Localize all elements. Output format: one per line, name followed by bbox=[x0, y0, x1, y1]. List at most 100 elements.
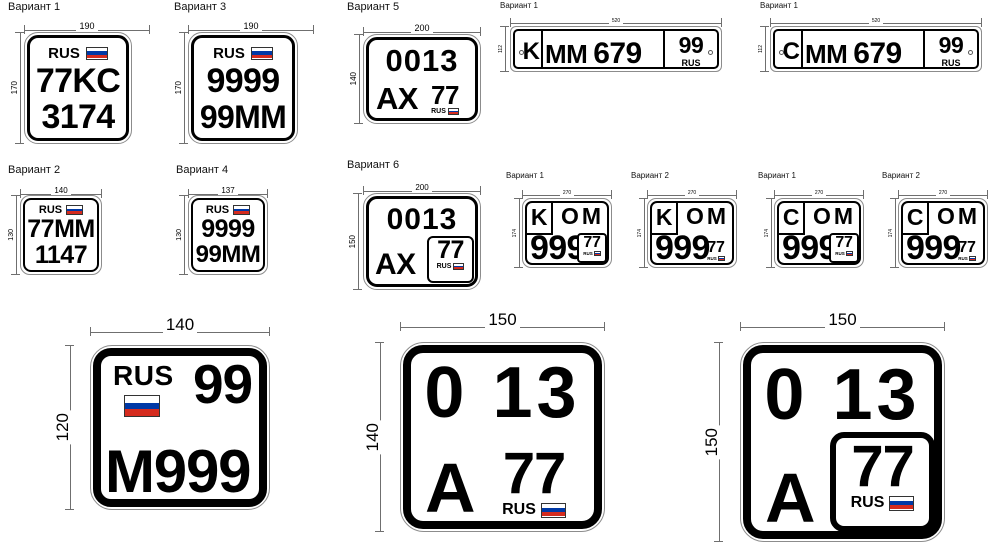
region-code: 77 bbox=[958, 239, 976, 256]
russian-flag-icon bbox=[66, 205, 84, 215]
region-code-box: 77 RUS bbox=[427, 236, 474, 283]
plate-digits: 679 bbox=[593, 37, 642, 70]
dimension-width: 270 bbox=[898, 186, 988, 199]
plate-letters: OM bbox=[561, 203, 605, 229]
plate-block-p11: Вариант 1 270 174 C OM 999 77 RUS bbox=[752, 172, 872, 297]
dimension-height: 150 bbox=[702, 342, 723, 542]
rus-text: RUS bbox=[850, 494, 885, 511]
dimension-height: 112 bbox=[496, 26, 509, 72]
license-plate[interactable]: C MM 679 99 RUS bbox=[770, 26, 982, 72]
rus-text: RUS bbox=[113, 360, 174, 391]
plate-line-1: 0013 bbox=[386, 203, 458, 236]
plate-line-2: 3174 bbox=[41, 98, 116, 136]
rus-text: RUS bbox=[958, 256, 968, 261]
plate-block-p13: 140 120 RUS 99 M999 bbox=[35, 305, 315, 551]
variant-label: Вариант 1 bbox=[500, 1, 538, 10]
plate-block-p4: Вариант 1 520 112 K MM 679 99 RUS bbox=[488, 2, 733, 97]
dimension-height: 174 bbox=[886, 198, 899, 268]
license-plate[interactable]: 0013 AX 77 RUS bbox=[363, 34, 481, 124]
dimension-height: 174 bbox=[635, 198, 648, 268]
region-code-group: 77 RUS bbox=[702, 240, 730, 261]
license-plate[interactable]: RUS 9999 99MM bbox=[188, 195, 268, 275]
dimension-width: 520 bbox=[510, 14, 722, 27]
license-plate[interactable]: 0 13 A 77 RUS bbox=[740, 342, 945, 542]
plate-letters: MM bbox=[545, 39, 588, 69]
region-code: 77 bbox=[502, 441, 566, 506]
plate-line-1: 77KC bbox=[35, 62, 121, 100]
plate-block-p14: 150 140 0 13 A 77 RUS bbox=[345, 300, 635, 551]
dimension-width: 190 bbox=[24, 18, 150, 34]
rus-text: RUS bbox=[835, 251, 845, 256]
license-plate[interactable]: RUS 99 M999 bbox=[90, 345, 270, 510]
variant-label: Вариант 4 bbox=[176, 164, 229, 176]
dimension-width: 200 bbox=[363, 20, 481, 36]
license-plate[interactable]: RUS 77MM 1147 bbox=[20, 195, 102, 275]
dimension-width: 150 bbox=[740, 310, 945, 331]
plate-block-p10: Вариант 2 270 174 K OM 999 77 RUS bbox=[625, 172, 745, 297]
license-plate[interactable]: RUS 77KC 3174 bbox=[24, 32, 132, 144]
rus-text: RUS bbox=[436, 263, 452, 270]
plate-line-2: 99MM bbox=[195, 241, 261, 268]
dimension-width: 140 bbox=[90, 315, 270, 336]
region-code: 99 bbox=[938, 32, 964, 58]
plate-line-1: 0 13 bbox=[764, 355, 921, 435]
license-plate[interactable]: C OM 999 77 RUS bbox=[898, 198, 988, 268]
plate-block-p1: Вариант 1 190 170 RUS 77KC 3174 bbox=[6, 2, 156, 152]
variant-label: Вариант 3 bbox=[174, 1, 227, 13]
license-plate[interactable]: 0 13 A 77 RUS bbox=[400, 342, 605, 532]
dimension-height: 120 bbox=[53, 345, 74, 510]
plate-line-1: 9999 bbox=[206, 62, 281, 100]
region-code-group: 77 RUS bbox=[420, 82, 470, 115]
rus-text: RUS bbox=[707, 256, 717, 261]
plate-block-p6: Вариант 2 140 130 RUS 77MM 1147 bbox=[6, 165, 131, 295]
rus-text: RUS bbox=[681, 58, 701, 68]
license-plate[interactable]: K OM 999 77 RUS bbox=[522, 198, 612, 268]
plate-letters: OM bbox=[686, 203, 730, 229]
variant-label: Вариант 2 bbox=[882, 171, 920, 180]
license-plate[interactable]: 0013 AX 77 RUS bbox=[363, 193, 481, 290]
dimension-width: 520 bbox=[770, 14, 982, 27]
rus-text: RUS bbox=[431, 108, 446, 115]
license-plate[interactable]: C OM 999 77 RUS bbox=[774, 198, 864, 268]
dimension-width: 200 bbox=[363, 180, 481, 195]
license-plate[interactable]: K OM 999 77 RUS bbox=[647, 198, 737, 268]
region-code: 77 bbox=[835, 234, 853, 251]
variant-label: Вариант 5 bbox=[347, 1, 400, 13]
plate-line-2: A bbox=[765, 459, 816, 537]
variant-label: Вариант 2 bbox=[631, 171, 669, 180]
plate-line-1: 0 13 bbox=[424, 353, 581, 433]
plate-letters: OM bbox=[937, 203, 981, 229]
dimension-height: 174 bbox=[510, 198, 523, 268]
russian-flag-icon bbox=[593, 251, 601, 256]
dimension-width: 190 bbox=[188, 18, 314, 34]
rus-text: RUS bbox=[583, 251, 593, 256]
variant-label: Вариант 1 bbox=[506, 171, 544, 180]
russian-flag-icon bbox=[250, 46, 273, 60]
dimension-height: 140 bbox=[363, 342, 384, 532]
region-code: 77 bbox=[437, 236, 464, 264]
region-code-box: 77 RUS bbox=[830, 432, 935, 532]
variant-label: Вариант 1 bbox=[8, 1, 61, 13]
license-plate[interactable]: RUS 9999 99MM bbox=[188, 32, 298, 144]
region-code-group: 99 RUS bbox=[665, 32, 717, 69]
russian-flag-icon bbox=[540, 502, 566, 518]
region-code: 77 bbox=[707, 239, 725, 256]
dimension-height: 170 bbox=[8, 32, 24, 144]
russian-flag-icon bbox=[447, 108, 459, 115]
russian-flag-icon bbox=[968, 256, 976, 261]
dimension-width: 140 bbox=[20, 183, 102, 198]
russian-flag-icon bbox=[889, 495, 915, 511]
plate-block-p5: Вариант 1 520 112 C MM 679 99 RUS bbox=[748, 2, 993, 97]
region-code: 99 bbox=[678, 32, 704, 58]
dimension-height: 130 bbox=[174, 195, 188, 275]
dimension-width: 270 bbox=[522, 186, 612, 199]
region-code: 77 bbox=[431, 80, 459, 110]
license-plate[interactable]: K MM 679 99 RUS bbox=[510, 26, 722, 72]
region-code-group: 77 RUS bbox=[480, 445, 588, 519]
dimension-height: 174 bbox=[762, 198, 775, 268]
dimension-height: 112 bbox=[756, 26, 769, 72]
plate-block-p3: Вариант 5 200 140 0013 AX 77 RUS bbox=[345, 2, 485, 152]
plate-line-1: 0013 bbox=[385, 43, 459, 78]
rus-text: RUS bbox=[502, 501, 536, 518]
plate-letters: OM bbox=[813, 203, 857, 229]
